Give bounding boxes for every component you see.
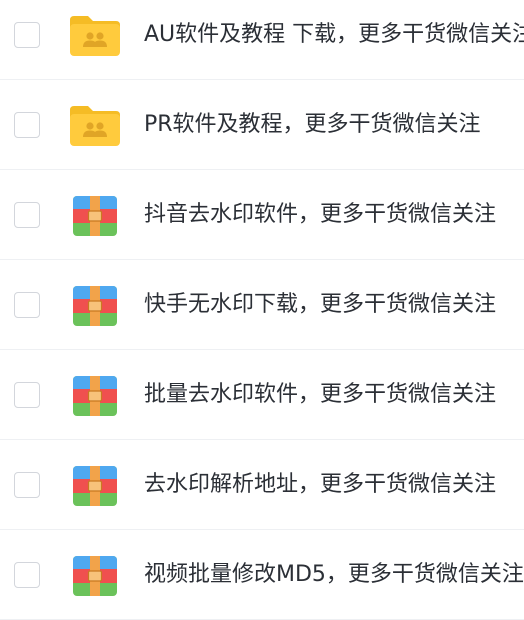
file-row[interactable]: 快手无水印下载，更多干货微信关注 (0, 260, 524, 350)
select-checkbox[interactable] (14, 22, 40, 48)
select-checkbox[interactable] (14, 112, 40, 138)
file-name[interactable]: 去水印解析地址，更多干货微信关注 (144, 469, 496, 501)
file-row[interactable]: AU软件及教程 下载，更多干货微信关注 (0, 0, 524, 80)
select-checkbox[interactable] (14, 382, 40, 408)
archive-icon (68, 284, 122, 328)
shared-folder-icon (68, 104, 122, 148)
file-name[interactable]: AU软件及教程 下载，更多干货微信关注 (144, 19, 524, 51)
file-name[interactable]: 抖音去水印软件，更多干货微信关注 (144, 199, 496, 231)
select-checkbox[interactable] (14, 472, 40, 498)
select-checkbox[interactable] (14, 202, 40, 228)
file-name[interactable]: PR软件及教程，更多干货微信关注 (144, 109, 481, 141)
archive-icon (68, 464, 122, 508)
select-checkbox[interactable] (14, 562, 40, 588)
file-name[interactable]: 批量去水印软件，更多干货微信关注 (144, 379, 496, 411)
file-row[interactable]: 去水印解析地址，更多干货微信关注 (0, 440, 524, 530)
archive-icon (68, 554, 122, 598)
file-name[interactable]: 视频批量修改MD5，更多干货微信关注 (144, 559, 524, 591)
select-checkbox[interactable] (14, 292, 40, 318)
file-list: AU软件及教程 下载，更多干货微信关注 PR软件及教程，更多干货微信关注 抖音去… (0, 0, 524, 620)
archive-icon (68, 194, 122, 238)
file-row[interactable]: PR软件及教程，更多干货微信关注 (0, 80, 524, 170)
shared-folder-icon (68, 14, 122, 58)
file-row[interactable]: 抖音去水印软件，更多干货微信关注 (0, 170, 524, 260)
file-row[interactable]: 批量去水印软件，更多干货微信关注 (0, 350, 524, 440)
file-name[interactable]: 快手无水印下载，更多干货微信关注 (144, 289, 496, 321)
archive-icon (68, 374, 122, 418)
